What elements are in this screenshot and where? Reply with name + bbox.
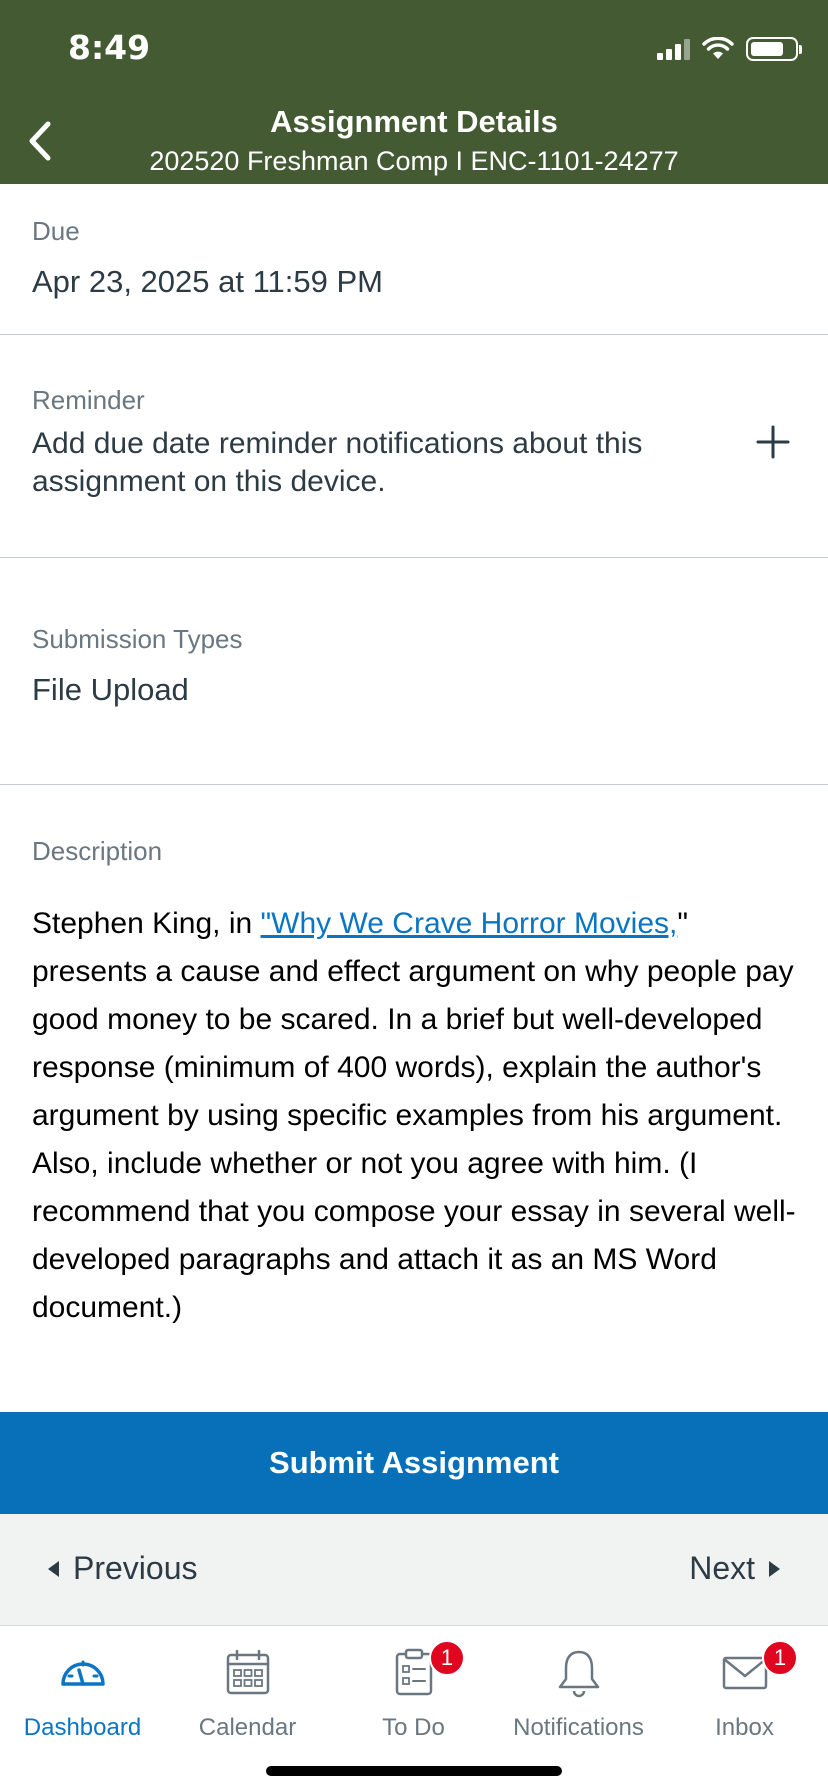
submit-assignment-button[interactable]: Submit Assignment [0, 1412, 828, 1514]
tab-dashboard[interactable]: Dashboard [0, 1634, 165, 1744]
todo-badge: 1 [429, 1640, 465, 1676]
status-icons [657, 34, 802, 64]
tab-inbox[interactable]: 1 Inbox [662, 1634, 827, 1744]
wifi-icon [702, 37, 734, 59]
dashboard-icon [60, 1660, 105, 1686]
submission-types-label: Submission Types [32, 624, 243, 654]
due-section: Due Apr 23, 2025 at 11:59 PM [0, 184, 828, 335]
previous-label: Previous [73, 1550, 198, 1586]
tab-calendar[interactable]: Calendar [165, 1634, 330, 1744]
tab-todo-label: To Do [382, 1714, 445, 1741]
tab-notifications[interactable]: Notifications [496, 1634, 661, 1744]
add-reminder-plus-icon[interactable] [756, 425, 790, 459]
header-bar: 8:49 Assignment Details 202520 Freshman … [0, 0, 828, 184]
next-button[interactable]: Next [689, 1550, 780, 1587]
status-time: 8:49 [68, 28, 151, 67]
due-label: Due [32, 216, 80, 246]
submission-types-value: File Upload [32, 672, 189, 707]
tab-inbox-label: Inbox [715, 1714, 774, 1741]
calendar-icon [226, 1649, 269, 1695]
reminder-label: Reminder [32, 385, 145, 415]
caret-right-icon [769, 1560, 780, 1577]
caret-left-icon [48, 1560, 59, 1577]
previous-button[interactable]: Previous [48, 1550, 198, 1587]
description-prefix: Stephen King, in [32, 907, 261, 940]
home-indicator [266, 1766, 562, 1776]
submission-types-section: Submission Types File Upload [0, 558, 828, 785]
description-body: Stephen King, in "Why We Crave Horror Mo… [32, 900, 802, 1332]
tab-dashboard-label: Dashboard [23, 1714, 142, 1741]
inbox-badge: 1 [762, 1640, 798, 1676]
tab-todo[interactable]: 1 To Do [331, 1634, 496, 1744]
description-link[interactable]: "Why We Crave Horror Movies, [261, 907, 678, 940]
battery-icon [746, 37, 802, 61]
description-suffix: " presents a cause and effect argument o… [32, 907, 796, 1324]
next-label: Next [689, 1550, 755, 1586]
pager-bar: Previous Next [0, 1514, 828, 1626]
course-subtitle: 202520 Freshman Comp I ENC-1101-24277 [149, 146, 679, 176]
bell-icon [558, 1650, 599, 1698]
reminder-section: Reminder Add due date reminder notificat… [0, 335, 828, 558]
signal-icon [657, 38, 690, 60]
tab-notifications-label: Notifications [513, 1714, 644, 1741]
tab-calendar-label: Calendar [198, 1714, 297, 1741]
reminder-line-2: assignment on this device. [32, 465, 386, 498]
reminder-line-1: Add due date reminder notifications abou… [32, 427, 643, 460]
due-value: Apr 23, 2025 at 11:59 PM [32, 264, 383, 299]
reminder-text: Add due date reminder notifications abou… [32, 425, 642, 501]
page-title: Assignment Details [270, 104, 558, 139]
description-label: Description [32, 836, 163, 866]
